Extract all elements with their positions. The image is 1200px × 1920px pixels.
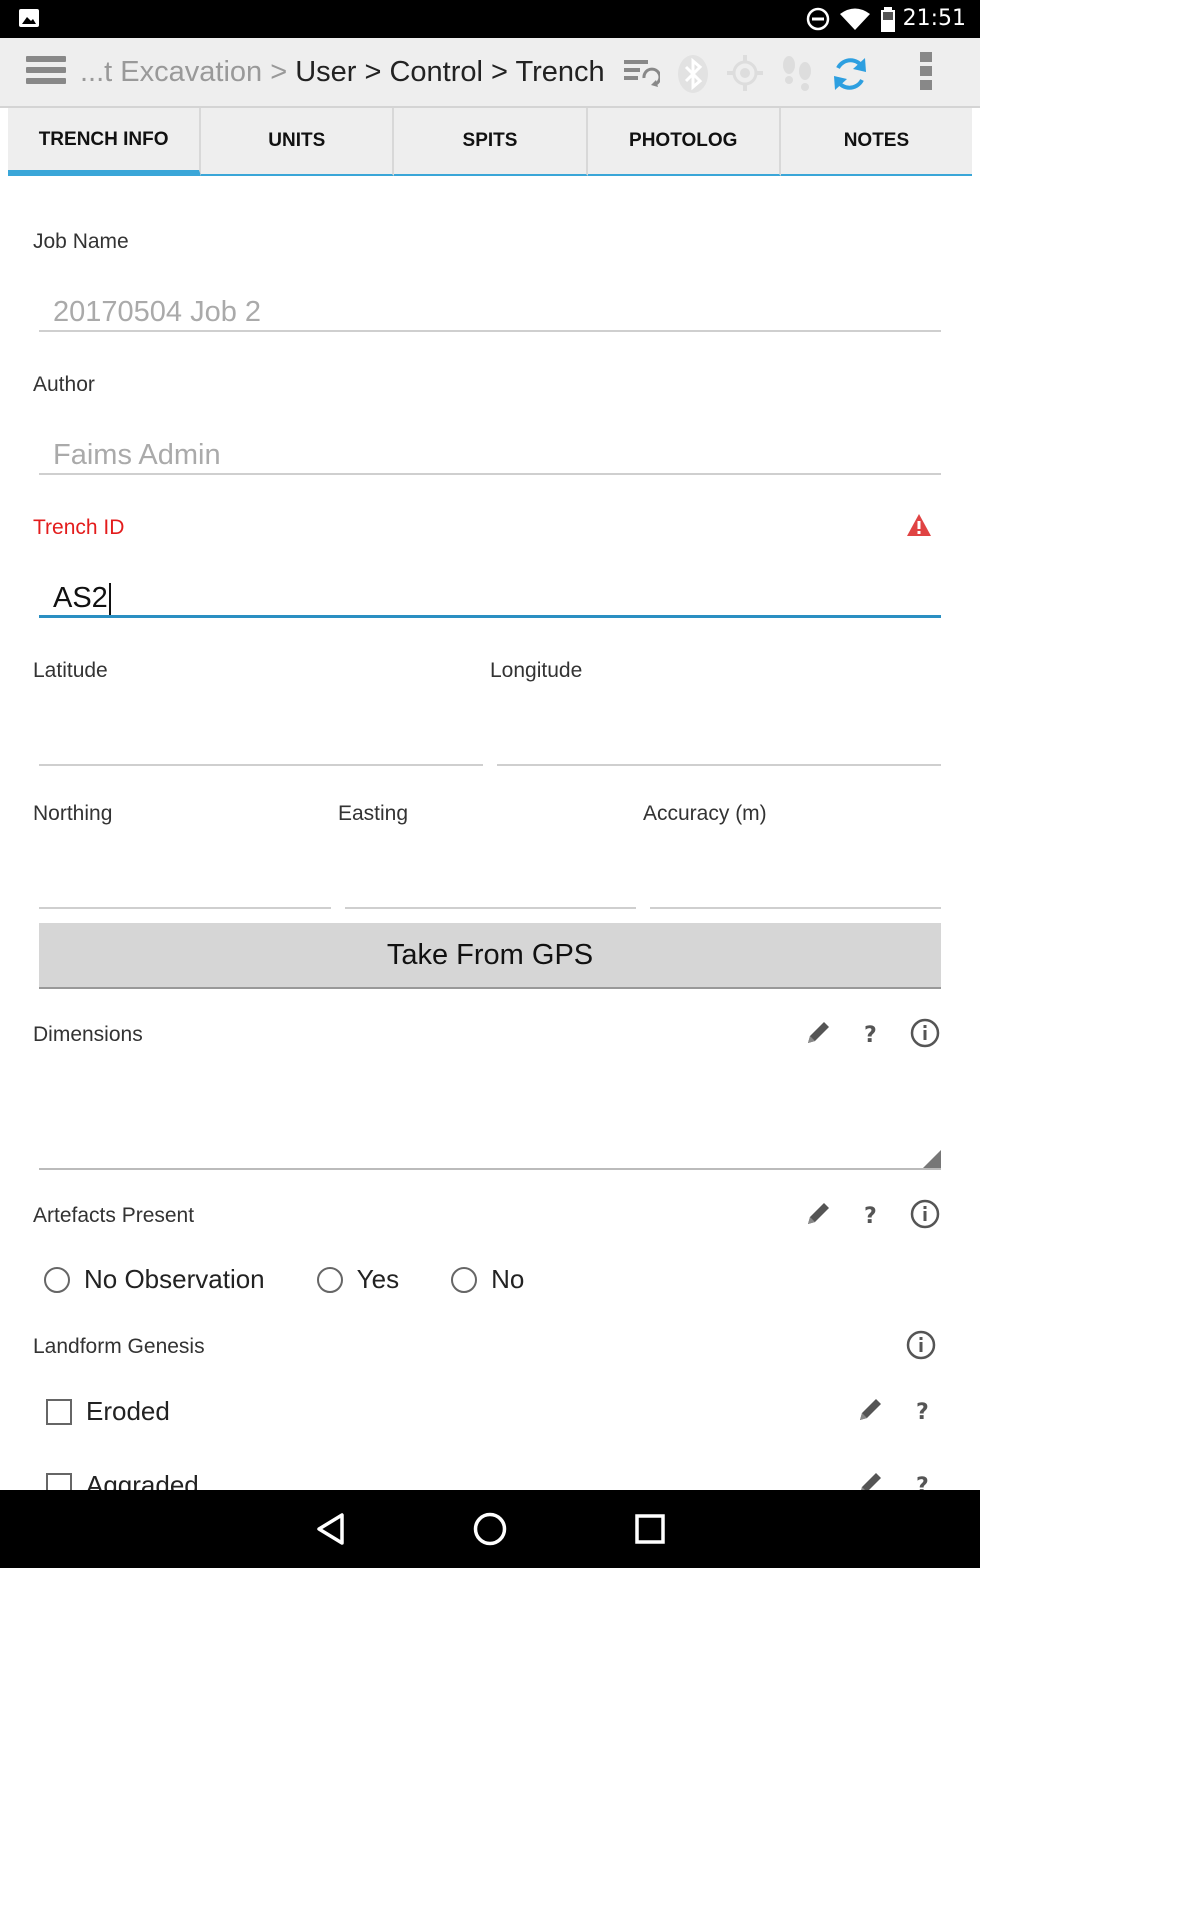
wifi-icon <box>840 8 870 30</box>
help-icon[interactable]: ? <box>910 1396 936 1424</box>
artefacts-actions: ? <box>778 1199 940 1229</box>
radio-label: No Observation <box>84 1264 265 1294</box>
info-icon[interactable] <box>910 1018 940 1048</box>
refresh-icon[interactable] <box>830 54 870 94</box>
dimensions-actions: ? <box>778 1018 940 1048</box>
checkbox-eroded[interactable]: Eroded <box>46 1396 170 1427</box>
svg-text:?: ? <box>864 1204 877 1228</box>
dimensions-label: Dimensions <box>33 1023 143 1046</box>
aggraded-actions: ? <box>830 1470 936 1490</box>
resize-handle-icon[interactable] <box>923 1150 941 1168</box>
checkbox-box[interactable] <box>46 1398 72 1425</box>
northing-field[interactable] <box>39 869 331 909</box>
job-name-field[interactable]: 20170504 Job 2 <box>39 292 941 332</box>
checkbox-aggraded[interactable]: Aggraded <box>46 1470 199 1490</box>
easting-field[interactable] <box>345 869 636 909</box>
gps-icon[interactable] <box>726 54 764 92</box>
dimensions-textarea[interactable] <box>39 1076 941 1170</box>
radio-no-observation[interactable]: No Observation <box>44 1264 265 1295</box>
home-icon[interactable] <box>472 1511 508 1547</box>
radio-circle[interactable] <box>44 1266 70 1293</box>
breadcrumb: ...t Excavation > User > Control > Trenc… <box>80 56 605 89</box>
pencil-icon[interactable] <box>804 1200 832 1228</box>
radio-circle[interactable] <box>316 1266 343 1293</box>
radio-label: No <box>491 1264 525 1294</box>
breadcrumb-current: User > Control > Trench <box>295 56 605 88</box>
trench-info-form: Job Name 20170504 Job 2 Author Faims Adm… <box>8 176 972 1490</box>
action-bar: ...t Excavation > User > Control > Trenc… <box>0 38 980 108</box>
easting-label: Easting <box>338 802 409 825</box>
trench-id-value: AS2 <box>53 582 108 614</box>
radio-circle[interactable] <box>451 1266 478 1293</box>
pencil-icon[interactable] <box>856 1470 884 1490</box>
clock: 21:51 <box>902 6 966 31</box>
eroded-actions: ? <box>830 1396 936 1424</box>
take-from-gps-button[interactable]: Take From GPS <box>39 923 941 989</box>
text-caret <box>108 583 111 616</box>
job-name-label: Job Name <box>33 230 129 253</box>
accuracy-field[interactable] <box>650 869 941 909</box>
accuracy-label: Accuracy (m) <box>643 802 767 825</box>
warning-icon <box>907 514 931 536</box>
author-label: Author <box>33 373 95 396</box>
svg-text:?: ? <box>916 1474 929 1490</box>
landform-label: Landform Genesis <box>33 1335 205 1358</box>
tab-photolog[interactable]: PHOTOLOG <box>587 108 781 176</box>
battery-icon <box>881 7 895 32</box>
breadcrumb-prefix: ...t Excavation > <box>80 56 288 88</box>
pencil-icon[interactable] <box>856 1396 884 1424</box>
overflow-icon[interactable] <box>920 52 934 90</box>
radio-label: Yes <box>356 1264 400 1294</box>
tab-trench-info[interactable]: TRENCH INFO <box>8 108 202 176</box>
image-notification-icon <box>19 9 39 27</box>
info-icon[interactable] <box>906 1330 936 1360</box>
help-icon[interactable]: ? <box>858 1200 884 1228</box>
svg-text:?: ? <box>916 1400 929 1424</box>
latitude-field[interactable] <box>39 726 483 766</box>
pencil-icon[interactable] <box>804 1019 832 1047</box>
footprints-icon[interactable] <box>778 54 816 94</box>
svg-text:?: ? <box>864 1023 877 1047</box>
help-icon[interactable]: ? <box>910 1470 936 1490</box>
bluetooth-icon[interactable] <box>676 54 710 94</box>
longitude-label: Longitude <box>490 659 583 682</box>
author-field[interactable]: Faims Admin <box>39 435 941 475</box>
help-icon[interactable]: ? <box>858 1019 884 1047</box>
info-icon[interactable] <box>910 1199 940 1229</box>
artefacts-label: Artefacts Present <box>33 1204 195 1227</box>
trench-id-label: Trench ID <box>33 516 125 539</box>
tab-units[interactable]: UNITS <box>201 108 395 176</box>
tab-notes[interactable]: NOTES <box>780 108 973 176</box>
trench-id-field[interactable]: AS2 <box>39 578 941 618</box>
latitude-label: Latitude <box>33 659 108 682</box>
checkbox-box[interactable] <box>46 1472 72 1490</box>
checkbox-label: Aggraded <box>86 1470 199 1490</box>
tab-spits[interactable]: SPITS <box>394 108 588 176</box>
menu-icon[interactable] <box>26 56 66 88</box>
longitude-field[interactable] <box>497 726 941 766</box>
checkbox-label: Eroded <box>86 1396 170 1426</box>
radio-yes[interactable]: Yes <box>316 1264 400 1295</box>
northing-label: Northing <box>33 802 113 825</box>
back-icon[interactable] <box>314 1512 348 1546</box>
navigation-bar <box>0 1490 980 1568</box>
artefacts-radio-group: No Observation Yes No <box>44 1264 576 1295</box>
sync-list-icon[interactable] <box>622 54 660 92</box>
tab-bar: TRENCH INFO UNITS SPITS PHOTOLOG NOTES <box>8 108 973 176</box>
do-not-disturb-icon <box>806 7 830 31</box>
status-bar: 21:51 <box>0 0 980 38</box>
radio-no[interactable]: No <box>451 1264 524 1295</box>
recents-icon[interactable] <box>634 1512 666 1546</box>
